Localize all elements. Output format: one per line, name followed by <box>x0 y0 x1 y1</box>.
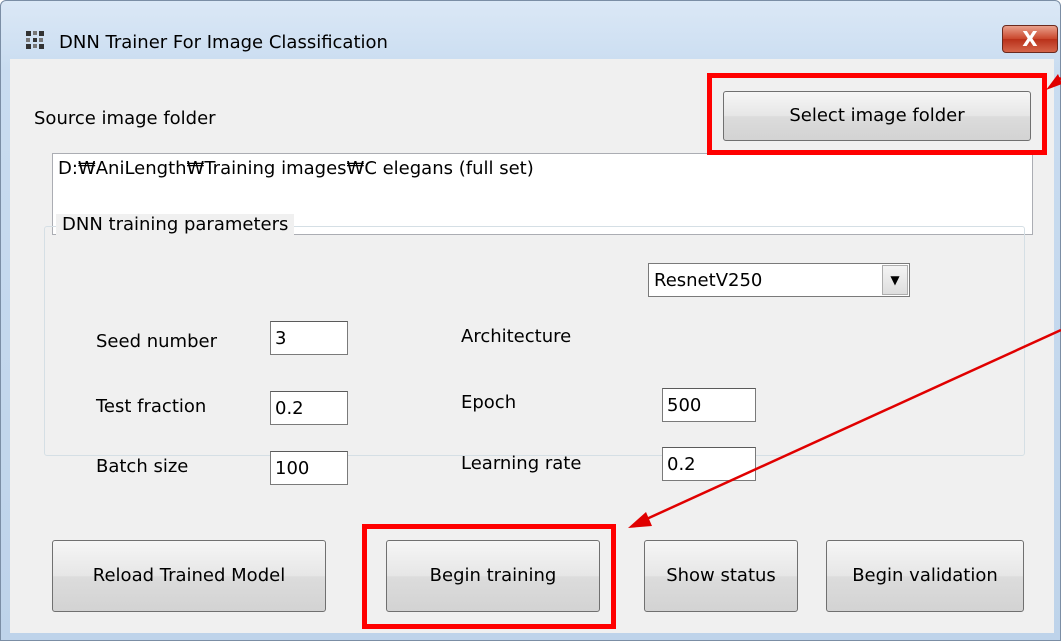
annotation-arrows <box>628 74 1061 528</box>
arrowhead-icon <box>628 512 652 528</box>
arrowhead-icon <box>1046 74 1061 90</box>
arrow-to-begin-training <box>639 328 1061 524</box>
